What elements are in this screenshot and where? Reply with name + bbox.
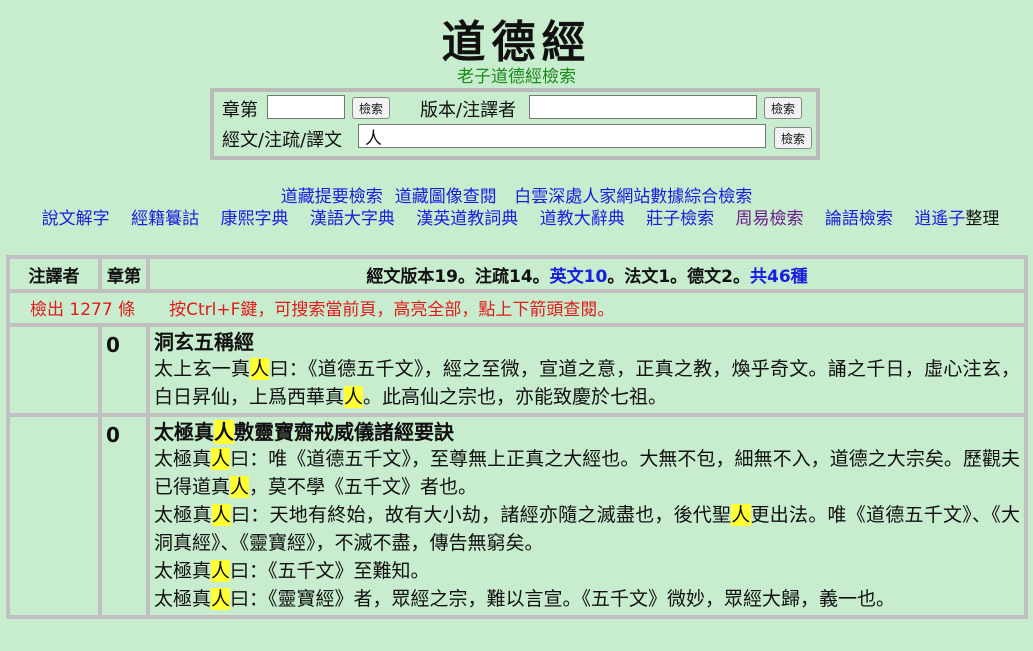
annotator-cell <box>10 327 98 413</box>
text-search-button[interactable]: 檢索 <box>774 127 813 149</box>
links-row-2: 說文解字 經籍籑詁 康熙字典 漢語大字典 漢英道教詞典 道教大辭典 莊子檢索 周… <box>0 207 1033 232</box>
links-row-1: 道藏提要檢索 道藏圖像查閱 白雲深處人家網站數據綜合檢索 <box>0 182 1033 207</box>
text-segment: ，莫不學《五千文》者也。 <box>249 476 478 498</box>
search-highlight: 人 <box>211 560 231 582</box>
chapter-cell: 0 <box>102 327 146 413</box>
entry-title[interactable]: 洞玄五稱經 <box>154 329 1020 355</box>
col-annotator-header: 注譯者 <box>10 259 98 289</box>
table-row: 0 太極真人敷靈寶齋戒威儀諸經要訣 太極真人曰：唯《道德五千文》，至尊無上正真之… <box>10 417 1024 615</box>
text-input[interactable] <box>358 124 766 148</box>
link-xiaoyaozi[interactable]: 逍遙子 <box>914 209 965 229</box>
total-count-link[interactable]: 共46種 <box>750 267 808 287</box>
site-logo: 道德經 <box>441 17 592 68</box>
result-tip: 按Ctrl+F鍵，可搜索當前頁，高亮全部，點上下箭頭查閱。 <box>169 300 615 320</box>
text-segment: 太極真 <box>154 448 212 470</box>
link-zhuangzi[interactable]: 莊子檢索 <box>646 209 714 229</box>
link-jingji[interactable]: 經籍籑詁 <box>131 209 199 229</box>
result-count: 檢出 1277 條 <box>30 300 136 320</box>
text-segment: 太極真 <box>154 588 212 610</box>
text-label: 經文/注疏/譯文 <box>222 130 343 151</box>
table-row: 0 洞玄五稱經 太上玄一真人曰：《道德五千文》，經之至微，宣道之意，正真之教，煥… <box>10 327 1024 413</box>
search-highlight: 人 <box>344 386 364 408</box>
notice-row: 檢出 1277 條 按Ctrl+F鍵，可搜索當前頁，高亮全部，點上下箭頭查閱。 <box>10 293 1024 323</box>
search-highlight: 人 <box>211 448 231 470</box>
search-highlight: 人 <box>731 504 751 526</box>
search-highlight: 人 <box>250 358 270 380</box>
summary-part-c: 。法文1。德文2。 <box>607 266 750 287</box>
entry-line: 太極真人曰：《靈寶經》者，眾經之宗，難以言宣。《五千文》微妙，眾經大歸，義一也。 <box>154 585 1020 613</box>
text-segment: 太極真 <box>154 504 212 526</box>
entry-line: 太極真人曰：天地有終始，故有大小劫，諸經亦隨之滅盡也，後代聖人更出法。唯《道德五… <box>154 501 1020 557</box>
text-segment: 曰：《五千文》至難知。 <box>230 560 430 582</box>
link-lunyu[interactable]: 論語檢索 <box>825 209 893 229</box>
link-daozang-images[interactable]: 道藏圖像查閱 <box>395 187 497 207</box>
link-daozang-summary[interactable]: 道藏提要檢索 <box>281 187 383 207</box>
result-notice: 檢出 1277 條 按Ctrl+F鍵，可搜索當前頁，高亮全部，點上下箭頭查閱。 <box>10 293 1024 323</box>
site-subtitle[interactable]: 老子道德經檢索 <box>0 62 1033 87</box>
text-segment: 太上玄一真 <box>154 358 251 380</box>
col-summary-header: 經文版本19。注疏14。英文10。法文1。德文2。共46種 <box>150 259 1024 289</box>
chapter-search-button[interactable]: 檢索 <box>352 97 391 119</box>
entry-line: 太上玄一真人曰：《道德五千文》，經之至微，宣道之意，正真之教，煥乎奇文。誦之千日… <box>154 355 1020 411</box>
text-segment: 曰：《靈寶經》者，眾經之宗，難以言宣。《五千文》微妙，眾經大歸，義一也。 <box>230 588 896 610</box>
text-cell: 太極真人敷靈寶齋戒威儀諸經要訣 太極真人曰：唯《道德五千文》，至尊無上正真之大經… <box>150 417 1024 615</box>
link-hanying[interactable]: 漢英道教詞典 <box>416 209 518 229</box>
annotator-cell <box>10 417 98 615</box>
title-text: 洞玄五稱經 <box>154 330 254 354</box>
search-highlight: 人 <box>211 588 231 610</box>
entry-line: 太極真人曰：唯《道德五千文》，至尊無上正真之大經也。大無不包，細無不入，道德之大… <box>154 445 1020 501</box>
title-text: 敷靈寶齋戒威儀諸經要訣 <box>234 420 454 444</box>
english-count-link[interactable]: 英文10 <box>550 267 608 287</box>
col-chapter-header: 章第 <box>102 259 146 289</box>
text-segment: 曰：天地有終始，故有大小劫，諸經亦隨之滅盡也，後代聖 <box>230 504 732 526</box>
version-input[interactable] <box>529 95 757 119</box>
search-highlight: 人 <box>230 476 250 498</box>
link-hanyu[interactable]: 漢語大字典 <box>310 209 395 229</box>
table-header-row: 注譯者 章第 經文版本19。注疏14。英文10。法文1。德文2。共46種 <box>10 259 1024 289</box>
text-segment: 。此高仙之宗也，亦能致慶於七祖。 <box>363 386 668 408</box>
version-label: 版本/注譯者 <box>420 100 517 121</box>
text-segment: 太極真 <box>154 560 212 582</box>
text-cell: 洞玄五稱經 太上玄一真人曰：《道德五千文》，經之至微，宣道之意，正真之教，煥乎奇… <box>150 327 1024 413</box>
entry-line: 太極真人曰：《五千文》至難知。 <box>154 557 1020 585</box>
chapter-label: 章第 <box>222 100 258 121</box>
chapter-input[interactable] <box>267 95 345 119</box>
version-search-button[interactable]: 檢索 <box>764 97 803 119</box>
link-daojiao[interactable]: 道教大辭典 <box>540 209 625 229</box>
summary-part-a: 經文版本19。注疏14。 <box>366 266 550 287</box>
link-kangxi[interactable]: 康熙字典 <box>220 209 288 229</box>
credit-text: 整理 <box>965 209 1000 229</box>
entry-title[interactable]: 太極真人敷靈寶齋戒威儀諸經要訣 <box>154 419 1020 445</box>
search-highlight: 人 <box>214 420 234 444</box>
search-highlight: 人 <box>211 504 231 526</box>
results-table: 注譯者 章第 經文版本19。注疏14。英文10。法文1。德文2。共46種 檢出 … <box>6 255 1028 619</box>
link-baiyun-search[interactable]: 白雲深處人家網站數據綜合檢索 <box>514 187 752 207</box>
link-shuowen[interactable]: 說文解字 <box>42 209 110 229</box>
title-text: 太極真 <box>154 420 214 444</box>
chapter-cell: 0 <box>102 417 146 615</box>
link-zhouyi[interactable]: 周易檢索 <box>736 209 804 229</box>
search-panel: 章第 檢索 版本/注譯者 檢索 經文/注疏/譯文 檢索 <box>210 88 820 160</box>
